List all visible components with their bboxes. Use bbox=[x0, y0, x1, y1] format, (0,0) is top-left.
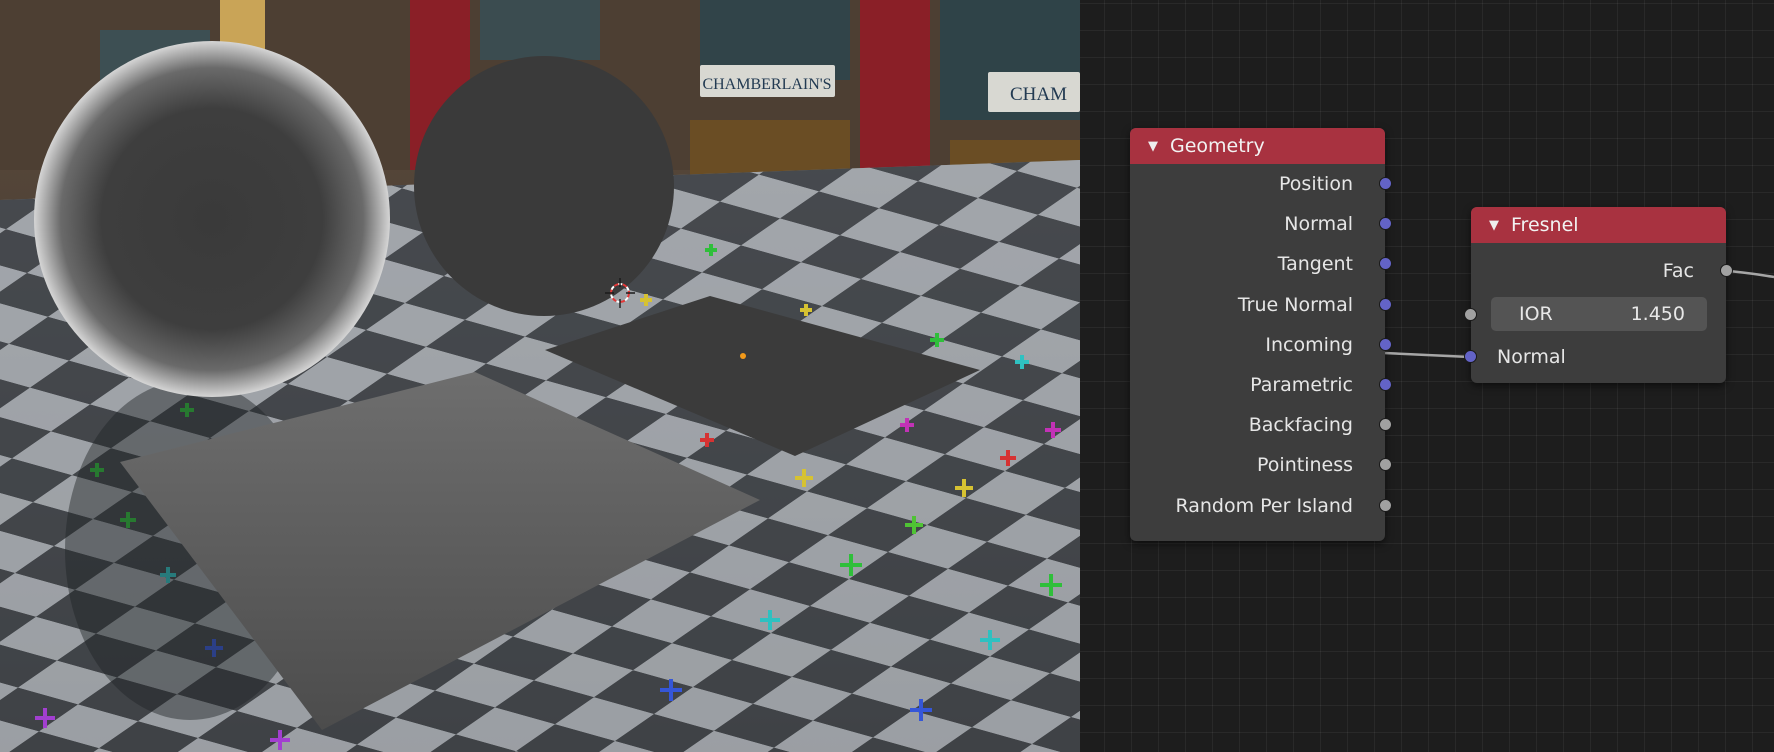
fresnel-node-title: Fresnel bbox=[1511, 214, 1579, 236]
geometry-output-row: Parametric bbox=[1130, 371, 1385, 399]
geometry-output-socket[interactable] bbox=[1379, 217, 1392, 231]
geometry-output-row: Random Per Island bbox=[1130, 492, 1385, 520]
geometry-output-socket[interactable] bbox=[1379, 297, 1392, 311]
geometry-output-row: Incoming bbox=[1130, 331, 1385, 359]
triangle-down-icon[interactable]: ▼ bbox=[1148, 139, 1158, 154]
geometry-output-socket[interactable] bbox=[1379, 378, 1392, 391]
3d-viewport[interactable]: CHAMBERLAIN'S CHAM bbox=[0, 0, 1080, 752]
geometry-output-socket[interactable] bbox=[1379, 177, 1392, 190]
geometry-node-title: Geometry bbox=[1170, 135, 1265, 157]
sphere-object-right[interactable] bbox=[414, 56, 674, 316]
geometry-output-socket[interactable] bbox=[1379, 257, 1392, 271]
fresnel-normal-socket[interactable] bbox=[1464, 350, 1477, 363]
geometry-output-socket[interactable] bbox=[1379, 498, 1392, 512]
geometry-output-row: Tangent bbox=[1130, 250, 1385, 278]
geometry-output-socket[interactable] bbox=[1379, 418, 1392, 432]
fresnel-node-header[interactable]: ▼ Fresnel bbox=[1471, 207, 1726, 243]
geometry-output-label: Pointiness bbox=[1257, 454, 1353, 477]
geometry-output-row: Position bbox=[1130, 170, 1385, 198]
geometry-output-label: Parametric bbox=[1250, 374, 1353, 396]
fresnel-fac-socket[interactable] bbox=[1720, 264, 1733, 277]
geometry-output-row: Pointiness bbox=[1130, 451, 1385, 479]
geometry-output-label: True Normal bbox=[1237, 293, 1353, 316]
ior-value: 1.450 bbox=[1630, 303, 1685, 325]
fresnel-input-normal: Normal bbox=[1471, 343, 1726, 371]
storefront-sign-1: CHAMBERLAIN'S bbox=[702, 76, 831, 93]
geometry-node[interactable]: ▼ Geometry Position Normal Tangent True Nor… bbox=[1130, 128, 1392, 541]
fresnel-output-fac: Fac bbox=[1471, 257, 1726, 285]
geometry-output-row: Normal bbox=[1130, 210, 1385, 238]
geometry-output-socket[interactable] bbox=[1379, 337, 1392, 351]
shader-node-editor[interactable]: ▼ Geometry Position Normal Tangent True Nor… bbox=[1080, 0, 1774, 752]
viewport-render[interactable]: CHAMBERLAIN'S CHAM bbox=[0, 0, 1080, 752]
fresnel-normal-label: Normal bbox=[1497, 346, 1566, 368]
sphere-object-left[interactable] bbox=[34, 41, 390, 397]
object-origin-dot bbox=[740, 353, 746, 359]
geometry-output-socket[interactable] bbox=[1379, 458, 1392, 472]
geometry-output-label: Backfacing bbox=[1248, 414, 1353, 437]
geometry-output-label: Tangent bbox=[1277, 253, 1353, 276]
geometry-node-header[interactable]: ▼ Geometry bbox=[1130, 128, 1385, 164]
link-incoming-to-normal bbox=[1384, 351, 1471, 359]
ior-label: IOR bbox=[1519, 303, 1553, 325]
fresnel-ior-socket[interactable] bbox=[1464, 308, 1477, 321]
geometry-output-row: Backfacing bbox=[1130, 411, 1385, 439]
geometry-output-label: Random Per Island bbox=[1175, 494, 1353, 517]
fresnel-output-label: Fac bbox=[1662, 260, 1694, 282]
fresnel-node[interactable]: ▼ Fresnel Fac IOR 1.450 Normal bbox=[1464, 207, 1733, 383]
geometry-output-label: Incoming bbox=[1265, 333, 1353, 356]
storefront-sign-2: CHAM bbox=[1010, 84, 1067, 105]
geometry-output-row: True Normal bbox=[1130, 291, 1385, 319]
link-fac-output bbox=[1725, 269, 1774, 279]
triangle-down-icon[interactable]: ▼ bbox=[1489, 218, 1499, 233]
geometry-output-label: Position bbox=[1279, 173, 1353, 195]
ior-field[interactable]: IOR 1.450 bbox=[1491, 297, 1707, 331]
geometry-output-label: Normal bbox=[1284, 213, 1353, 236]
